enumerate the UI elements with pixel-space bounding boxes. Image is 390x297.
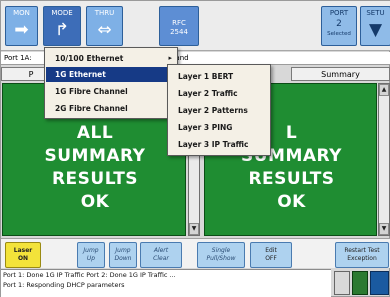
port-select-button[interactable]: PORT 2 Selected (321, 6, 357, 46)
scroll-down-icon[interactable]: ▼ (379, 223, 389, 235)
left-line-ok: OK (80, 192, 110, 212)
single-pull-sub: Pull/Show (206, 255, 236, 262)
edit-state: OFF (265, 255, 277, 262)
mode-button[interactable]: MODE ↱ (43, 6, 81, 46)
submenu-item-label: Layer 3 IP Traffic (178, 140, 249, 149)
alert-clear-button[interactable]: Alert Clear (140, 242, 182, 268)
single-pull-label: Single (211, 247, 231, 254)
right-pane-scrollbar[interactable]: ▲ ▼ (378, 83, 390, 236)
submenu-item-label: Layer 1 BERT (178, 72, 234, 81)
rfc-number: 2544 (170, 28, 188, 36)
menu-item-label: 1G Ethernet (55, 70, 106, 79)
menu-item-10-100-ethernet[interactable]: 10/100 Ethernet ▸ (46, 51, 176, 66)
right-line-ok: OK (277, 192, 306, 212)
battery-icon (334, 271, 350, 295)
submenu-item-label: Layer 3 PING (178, 123, 233, 132)
restart-sub: Exception (347, 255, 377, 262)
left-line-results: RESULTS (51, 169, 139, 189)
link-status-icon (352, 271, 368, 295)
arrow-right-icon: ➡ (14, 20, 29, 40)
jump-up-button[interactable]: Jump Up (77, 242, 105, 268)
tab-left-label: P (28, 70, 34, 79)
chevron-down-icon: ▼ (368, 20, 383, 40)
rfc-label: RFC (172, 19, 186, 27)
scroll-down-icon[interactable]: ▼ (189, 223, 199, 235)
single-pull-button[interactable]: Single Pull/Show (197, 242, 245, 268)
menu-item-layer2-patterns[interactable]: Layer 2 Patterns (169, 103, 269, 118)
menu-item-1g-ethernet[interactable]: 1G Ethernet ▸ (46, 67, 176, 82)
setup-button[interactable]: SETU ▼ (360, 6, 390, 46)
right-line-results: RESULTS (248, 169, 335, 189)
submenu-item-label: Layer 2 Traffic (178, 89, 238, 98)
menu-item-layer3-ip-traffic[interactable]: Layer 3 IP Traffic (169, 137, 269, 152)
menu-item-label: 1G Fibre Channel (55, 87, 128, 96)
laser-on-button[interactable]: Laser ON (5, 242, 41, 268)
double-arrow-icon: ⇔ (97, 20, 112, 40)
port-path-label: Port 1A: (4, 54, 32, 62)
left-line-all: ALL (76, 123, 114, 143)
scroll-up-icon[interactable]: ▲ (379, 84, 389, 96)
jump-down-label: Jump (115, 247, 131, 254)
menu-item-layer3-ping[interactable]: Layer 3 PING (169, 120, 269, 135)
laser-label: Laser (13, 247, 33, 254)
layer-submenu: Layer 1 BERT Layer 2 Traffic Layer 2 Pat… (167, 64, 271, 156)
mon-label: MON (13, 9, 30, 17)
curved-arrow-icon: ↱ (54, 20, 70, 40)
message-line-2: Port 1: Responding DHCP parameters (3, 281, 125, 289)
top-toolbar: MON ➡ MODE ↱ THRU ⇔ RFC 2544 PORT 2 Sele… (1, 1, 390, 51)
menu-item-2g-fibre-channel[interactable]: 2G Fibre Channel ▸ (46, 101, 176, 116)
menu-item-label: 10/100 Ethernet (55, 54, 124, 63)
mon-button[interactable]: MON ➡ (5, 6, 38, 46)
tab-summary-label: Summary (321, 70, 360, 79)
message-line-1: Port 1: Done 1G IP Traffic Port 2: Done … (3, 271, 176, 279)
edit-label: Edit (265, 247, 277, 254)
jump-down-button[interactable]: Jump Down (109, 242, 137, 268)
message-log: Port 1: Done 1G IP Traffic Port 2: Done … (1, 269, 331, 297)
edit-off-button[interactable]: Edit OFF (250, 242, 292, 268)
left-results-text: ALL SUMMARY RESULTS OK (3, 122, 187, 214)
signal-status-icon (370, 271, 389, 295)
left-line-summary: SUMMARY (44, 146, 146, 166)
alert-clear-label: Alert (153, 247, 169, 254)
setup-label: SETU (366, 9, 385, 17)
tab-summary[interactable]: Summary (291, 67, 390, 81)
port-state: Selected (327, 31, 351, 37)
thru-button[interactable]: THRU ⇔ (86, 6, 123, 46)
submenu-item-label: Layer 2 Patterns (178, 106, 248, 115)
menu-item-label: 2G Fibre Channel (55, 104, 128, 113)
test-set-screen: MON ➡ MODE ↱ THRU ⇔ RFC 2544 PORT 2 Sele… (0, 0, 390, 297)
jump-up-label: Jump (83, 247, 99, 254)
jump-down-sub: Down (114, 255, 132, 262)
restart-test-button[interactable]: Restart Test Exception (335, 242, 389, 268)
thru-label: THRU (94, 9, 115, 17)
restart-label: Restart Test (344, 247, 380, 254)
mode-label: MODE (51, 9, 73, 17)
port-number: 2 (336, 19, 342, 29)
laser-state: ON (17, 255, 29, 262)
mode-dropdown-menu: 10/100 Ethernet ▸ 1G Ethernet ▸ 1G Fibre… (44, 47, 178, 119)
action-button-bar: Laser ON Jump Up Jump Down Alert Clear S… (1, 238, 390, 268)
jump-up-sub: Up (86, 255, 96, 262)
port-label: PORT (329, 9, 349, 17)
menu-item-1g-fibre-channel[interactable]: 1G Fibre Channel ▸ (46, 84, 176, 99)
rfc-2544-button[interactable]: RFC 2544 (159, 6, 199, 46)
alert-clear-sub: Clear (153, 255, 169, 262)
menu-item-layer2-traffic[interactable]: Layer 2 Traffic (169, 86, 269, 101)
menu-item-layer1-bert[interactable]: Layer 1 BERT (169, 69, 269, 84)
